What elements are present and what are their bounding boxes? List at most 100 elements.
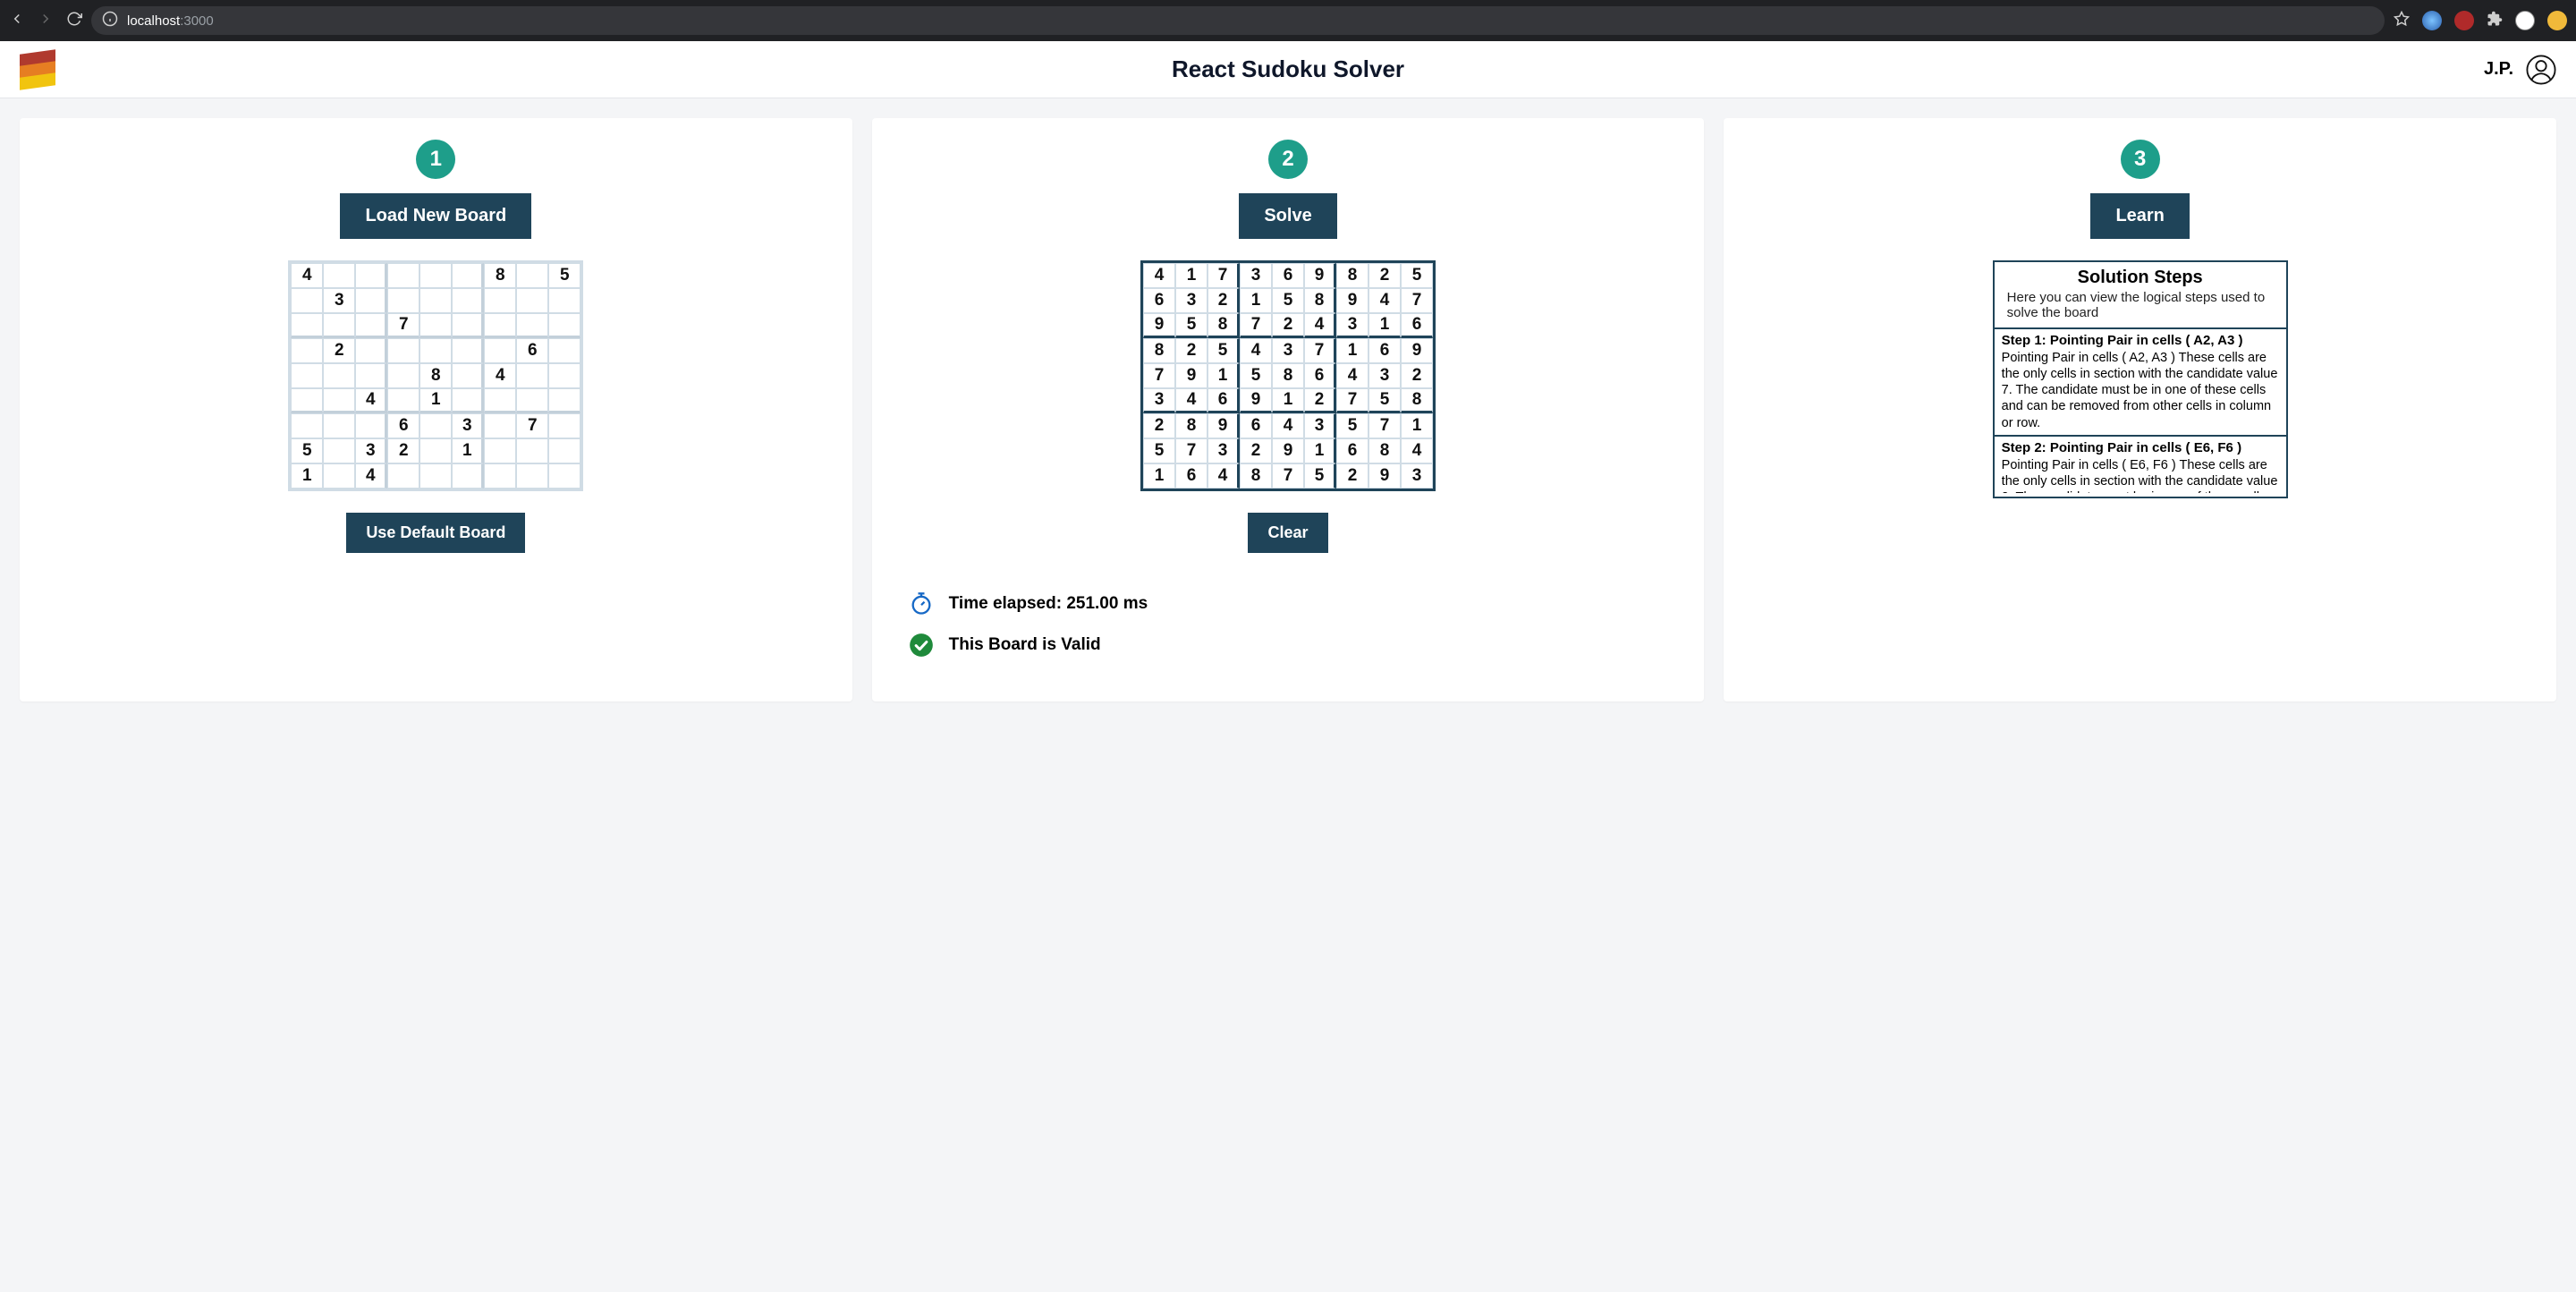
address-bar[interactable]: localhost:3000	[91, 6, 2385, 35]
board-cell[interactable]	[484, 463, 516, 489]
board-cell[interactable]	[387, 263, 419, 288]
board-cell[interactable]	[548, 388, 580, 413]
learn-button[interactable]: Learn	[2090, 193, 2189, 239]
extension-icon[interactable]	[2454, 11, 2474, 30]
board-cell[interactable]	[516, 463, 548, 489]
solution-steps-list[interactable]: Step 1: Pointing Pair in cells ( A2, A3 …	[1995, 327, 2286, 497]
board-cell[interactable]: 8	[419, 363, 452, 388]
board-cell[interactable]	[548, 313, 580, 338]
board-cell[interactable]	[452, 363, 484, 388]
board-cell[interactable]: 5	[548, 263, 580, 288]
board-cell[interactable]: 4	[355, 388, 387, 413]
solution-step[interactable]: Step 1: Pointing Pair in cells ( A2, A3 …	[1995, 329, 2286, 437]
board-cell[interactable]	[323, 463, 355, 489]
board-cell[interactable]	[419, 338, 452, 363]
board-cell[interactable]	[355, 313, 387, 338]
board-cell[interactable]	[484, 413, 516, 438]
board-cell[interactable]: 1	[452, 438, 484, 463]
board-cell[interactable]: 3	[323, 288, 355, 313]
board-cell[interactable]: 2	[387, 438, 419, 463]
board-cell[interactable]: 1	[419, 388, 452, 413]
board-cell[interactable]	[355, 338, 387, 363]
board-cell[interactable]: 8	[484, 263, 516, 288]
board-cell[interactable]	[516, 263, 548, 288]
board-cell[interactable]	[452, 288, 484, 313]
board-cell[interactable]	[452, 313, 484, 338]
extensions-menu-icon[interactable]	[2487, 11, 2503, 31]
board-cell[interactable]	[484, 338, 516, 363]
board-cell[interactable]: 4	[355, 463, 387, 489]
solution-step[interactable]: Step 2: Pointing Pair in cells ( E6, F6 …	[1995, 437, 2286, 497]
board-cell[interactable]: 6	[387, 413, 419, 438]
board-cell[interactable]	[419, 413, 452, 438]
board-cell[interactable]	[484, 388, 516, 413]
board-cell[interactable]	[484, 288, 516, 313]
board-cell[interactable]	[419, 463, 452, 489]
input-board[interactable]: 48537268441637532114	[288, 260, 583, 491]
board-cell[interactable]	[419, 288, 452, 313]
board-cell[interactable]	[516, 313, 548, 338]
board-cell[interactable]	[291, 313, 323, 338]
back-icon[interactable]	[9, 11, 25, 31]
board-cell[interactable]	[291, 363, 323, 388]
board-cell[interactable]: 6	[516, 338, 548, 363]
board-cell[interactable]	[355, 413, 387, 438]
board-cell[interactable]	[516, 288, 548, 313]
board-cell[interactable]	[387, 388, 419, 413]
board-cell[interactable]	[323, 388, 355, 413]
board-cell[interactable]	[516, 438, 548, 463]
clear-button[interactable]: Clear	[1248, 513, 1327, 553]
reload-icon[interactable]	[66, 11, 82, 31]
load-new-board-button[interactable]: Load New Board	[340, 193, 531, 239]
board-cell[interactable]: 4	[291, 263, 323, 288]
board-cell[interactable]	[387, 338, 419, 363]
app-logo-icon[interactable]	[20, 52, 55, 88]
board-cell[interactable]	[323, 413, 355, 438]
board-cell[interactable]	[355, 288, 387, 313]
board-cell[interactable]	[452, 388, 484, 413]
solve-button[interactable]: Solve	[1239, 193, 1336, 239]
board-cell[interactable]	[387, 363, 419, 388]
board-cell[interactable]	[291, 388, 323, 413]
board-cell[interactable]	[323, 263, 355, 288]
board-cell[interactable]	[355, 263, 387, 288]
board-cell[interactable]	[355, 363, 387, 388]
extension-icon[interactable]	[2547, 11, 2567, 30]
board-cell[interactable]	[291, 338, 323, 363]
extension-icon[interactable]	[2422, 11, 2442, 30]
board-cell[interactable]	[419, 263, 452, 288]
board-cell[interactable]	[387, 288, 419, 313]
board-cell[interactable]: 7	[387, 313, 419, 338]
board-cell[interactable]	[387, 463, 419, 489]
board-cell[interactable]	[291, 288, 323, 313]
board-cell[interactable]	[419, 438, 452, 463]
board-cell[interactable]	[548, 288, 580, 313]
board-cell[interactable]	[323, 313, 355, 338]
board-cell[interactable]	[548, 338, 580, 363]
board-cell[interactable]	[323, 363, 355, 388]
board-cell[interactable]: 4	[484, 363, 516, 388]
board-cell[interactable]	[516, 363, 548, 388]
board-cell[interactable]	[548, 413, 580, 438]
forward-icon[interactable]	[38, 11, 54, 31]
board-cell[interactable]: 5	[291, 438, 323, 463]
board-cell[interactable]	[452, 263, 484, 288]
board-cell[interactable]: 2	[323, 338, 355, 363]
board-cell[interactable]	[548, 363, 580, 388]
board-cell[interactable]	[484, 438, 516, 463]
board-cell[interactable]	[452, 338, 484, 363]
board-cell[interactable]: 7	[516, 413, 548, 438]
profile-icon[interactable]	[2515, 11, 2535, 30]
board-cell[interactable]	[548, 463, 580, 489]
board-cell[interactable]	[452, 463, 484, 489]
board-cell[interactable]	[516, 388, 548, 413]
board-cell[interactable]	[484, 313, 516, 338]
board-cell[interactable]: 1	[291, 463, 323, 489]
board-cell[interactable]	[419, 313, 452, 338]
avatar-icon[interactable]	[2526, 55, 2556, 85]
star-icon[interactable]	[2394, 11, 2410, 31]
board-cell[interactable]: 3	[355, 438, 387, 463]
board-cell[interactable]	[323, 438, 355, 463]
board-cell[interactable]	[291, 413, 323, 438]
board-cell[interactable]: 3	[452, 413, 484, 438]
